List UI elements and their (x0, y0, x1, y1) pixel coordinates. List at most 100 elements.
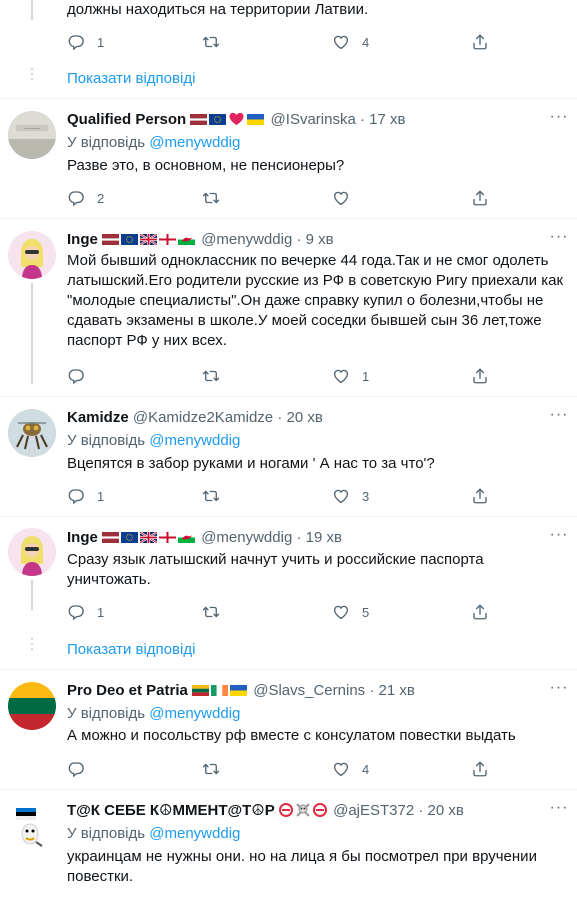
avatar[interactable] (8, 528, 56, 576)
like-button[interactable]: 4 (332, 32, 369, 52)
display-name[interactable]: Pro Deo et Patria (67, 682, 188, 699)
heart-icon (332, 33, 350, 51)
england-flag-icon (159, 234, 177, 245)
heart-icon (332, 189, 350, 207)
display-name[interactable]: Qualified Person (67, 111, 186, 128)
retweet-icon (202, 603, 220, 621)
tweet-header: Kamidze @Kamidze2Kamidze · 20 хв (67, 408, 537, 428)
avatar[interactable] (8, 409, 56, 457)
reply-button[interactable]: 1 (67, 486, 104, 506)
reply-count: 1 (97, 488, 105, 504)
reply-button[interactable] (67, 366, 85, 386)
share-button[interactable] (471, 759, 489, 779)
like-button[interactable]: 1 (332, 366, 369, 386)
reply-count: 1 (97, 604, 105, 620)
reply-to-link[interactable]: @menywddig (149, 705, 240, 722)
user-handle[interactable]: @menywddig (201, 529, 292, 546)
separator-dot: · (277, 409, 283, 426)
reply-to-link[interactable]: @menywddig (149, 432, 240, 449)
thread-line (31, 283, 33, 384)
latvia-flag-icon (102, 234, 120, 245)
thread-dots (30, 68, 34, 83)
retweet-button[interactable] (202, 759, 220, 779)
share-button[interactable] (471, 486, 489, 506)
retweet-button[interactable] (202, 486, 220, 506)
share-button[interactable] (471, 32, 489, 52)
reply-button[interactable]: 2 (67, 188, 104, 208)
ireland-flag-icon (211, 685, 229, 696)
reply-icon (67, 603, 85, 621)
more-options-icon[interactable]: ··· (549, 800, 569, 821)
more-options-icon[interactable]: ··· (549, 527, 569, 548)
tweet-header: Pro Deo et Patria @Slavs_Cernins · 21 хв (67, 681, 537, 701)
avatar[interactable] (8, 802, 56, 850)
retweet-button[interactable] (202, 188, 220, 208)
replying-to: У відповідь @menywddig (67, 704, 240, 724)
divider (0, 669, 577, 670)
wales-flag-icon (178, 532, 196, 543)
avatar[interactable] (8, 682, 56, 730)
timestamp[interactable]: 20 хв (428, 802, 464, 819)
display-name[interactable]: Т@К СЕБЕ К☮ММЕНТ@Т☮Р (67, 802, 275, 819)
user-handle[interactable]: @Kamidze2Kamidze (133, 409, 273, 426)
timestamp[interactable]: 17 хв (369, 111, 405, 128)
reply-to-link[interactable]: @menywddig (149, 825, 240, 842)
replying-to: У відповідь @menywddig (67, 824, 240, 844)
timestamp[interactable]: 9 хв (306, 231, 334, 248)
reply-button[interactable] (67, 759, 85, 779)
like-count: 3 (362, 488, 370, 504)
user-handle[interactable]: @Slavs_Cernins (253, 682, 365, 699)
tweet-actions: 1 5 (67, 602, 497, 622)
retweet-button[interactable] (202, 32, 220, 52)
show-replies-link[interactable]: Показати відповіді (67, 640, 195, 660)
skull-crossbones-icon (296, 803, 310, 817)
tweet-actions: 1 (67, 366, 497, 386)
reply-button[interactable]: 1 (67, 602, 104, 622)
avatar[interactable] (8, 231, 56, 279)
retweet-button[interactable] (202, 366, 220, 386)
user-handle[interactable]: @ajEST372 (333, 802, 414, 819)
share-button[interactable] (471, 188, 489, 208)
divider (0, 396, 577, 397)
divider (0, 516, 577, 517)
tweet-actions: 1 3 (67, 486, 497, 506)
share-icon (471, 603, 489, 621)
reply-button[interactable]: 1 (67, 32, 104, 52)
reply-to-prefix: У відповідь (67, 705, 146, 722)
user-handle[interactable]: @menywddig (201, 231, 292, 248)
tweet-text: Разве это, в основном, не пенсионеры? (67, 157, 345, 174)
heart-icon (332, 487, 350, 505)
like-button[interactable]: 5 (332, 602, 369, 622)
display-name[interactable]: Kamidze (67, 409, 129, 426)
share-button[interactable] (471, 366, 489, 386)
divider (0, 218, 577, 219)
share-button[interactable] (471, 602, 489, 622)
display-name[interactable]: Inge (67, 231, 98, 248)
tweet-text: должны находиться на территории Латвии. (67, 1, 369, 18)
reply-to-link[interactable]: @menywddig (149, 134, 240, 151)
avatar[interactable]: ~~~~~ (8, 111, 56, 159)
more-options-icon[interactable]: ··· (549, 407, 569, 428)
like-button[interactable]: 3 (332, 486, 369, 506)
show-replies-link[interactable]: Показати відповіді (67, 69, 195, 89)
ukraine-flag-icon (247, 114, 265, 125)
reply-count: 1 (97, 34, 105, 50)
like-button[interactable] (332, 188, 350, 208)
timestamp[interactable]: 21 хв (379, 682, 415, 699)
more-options-icon[interactable]: ··· (549, 109, 569, 130)
timestamp[interactable]: 20 хв (287, 409, 323, 426)
tweet-actions: 1 4 (67, 32, 497, 52)
more-options-icon[interactable]: ··· (549, 229, 569, 250)
uk-flag-icon (140, 532, 158, 543)
retweet-button[interactable] (202, 602, 220, 622)
like-button[interactable]: 4 (332, 759, 369, 779)
display-name[interactable]: Inge (67, 529, 98, 546)
more-options-icon[interactable]: ··· (549, 680, 569, 701)
timestamp[interactable]: 19 хв (306, 529, 342, 546)
reply-to-prefix: У відповідь (67, 825, 146, 842)
user-handle[interactable]: @ISvarinska (271, 111, 356, 128)
retweet-icon (202, 367, 220, 385)
heart-icon (332, 603, 350, 621)
share-icon (471, 760, 489, 778)
replying-to: У відповідь @menywddig (67, 431, 240, 451)
